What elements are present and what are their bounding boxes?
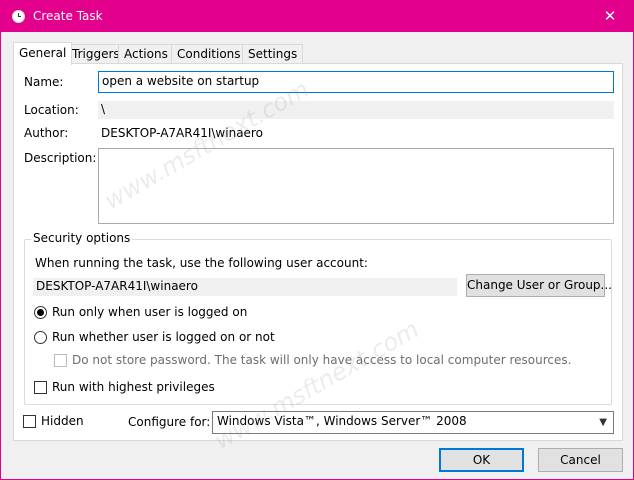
run-any-label[interactable]: Run whether user is logged on or not (52, 330, 275, 344)
author-value: DESKTOP-A7AR41I\winaero (101, 126, 263, 140)
author-label: Author: (24, 126, 69, 140)
create-task-dialog: Create Task ✕ General Triggers Actions C… (0, 0, 634, 480)
name-label: Name: (24, 75, 64, 89)
tab-settings[interactable]: Settings (242, 44, 304, 64)
chevron-down-icon: ▼ (599, 417, 607, 428)
security-options-legend: Security options (31, 231, 133, 245)
run-any-radio[interactable] (34, 331, 47, 344)
configure-for-value: Windows Vista™, Windows Server™ 2008 (217, 414, 467, 428)
general-panel: Name: open a website on startup Location… (13, 63, 623, 441)
cancel-button[interactable]: Cancel (538, 448, 623, 472)
account-prompt: When running the task, use the following… (35, 256, 368, 270)
close-icon[interactable]: ✕ (587, 1, 633, 32)
description-label: Description: (24, 151, 97, 165)
hidden-checkbox[interactable] (23, 415, 36, 428)
description-textarea[interactable] (98, 148, 614, 224)
location-label: Location: (24, 103, 79, 117)
configure-for-select[interactable]: Windows Vista™, Windows Server™ 2008 ▼ (212, 411, 614, 434)
user-account-value: DESKTOP-A7AR41I\winaero (33, 278, 457, 296)
hidden-label[interactable]: Hidden (41, 414, 84, 428)
no-store-password-label: Do not store password. The task will onl… (72, 353, 572, 367)
change-user-button[interactable]: Change User or Group... (466, 274, 612, 297)
run-logged-on-label[interactable]: Run only when user is logged on (52, 305, 247, 319)
run-logged-on-radio[interactable] (34, 306, 47, 319)
tab-general[interactable]: General (13, 42, 73, 65)
tab-conditions[interactable]: Conditions (171, 44, 247, 64)
tab-triggers[interactable]: Triggers (66, 44, 126, 64)
tab-actions[interactable]: Actions (118, 44, 174, 64)
security-options-group: Security options When running the task, … (24, 231, 612, 405)
window-title: Create Task (33, 9, 103, 23)
highest-privileges-checkbox[interactable] (34, 381, 47, 394)
no-store-password-checkbox[interactable] (54, 354, 67, 367)
highest-privileges-label[interactable]: Run with highest privileges (52, 380, 215, 394)
title-bar[interactable]: Create Task ✕ (1, 1, 633, 32)
task-scheduler-icon (12, 10, 25, 23)
ok-button[interactable]: OK (439, 448, 524, 472)
name-input[interactable]: open a website on startup (98, 71, 614, 93)
configure-for-label: Configure for: (128, 415, 211, 429)
location-value: \ (98, 101, 614, 119)
